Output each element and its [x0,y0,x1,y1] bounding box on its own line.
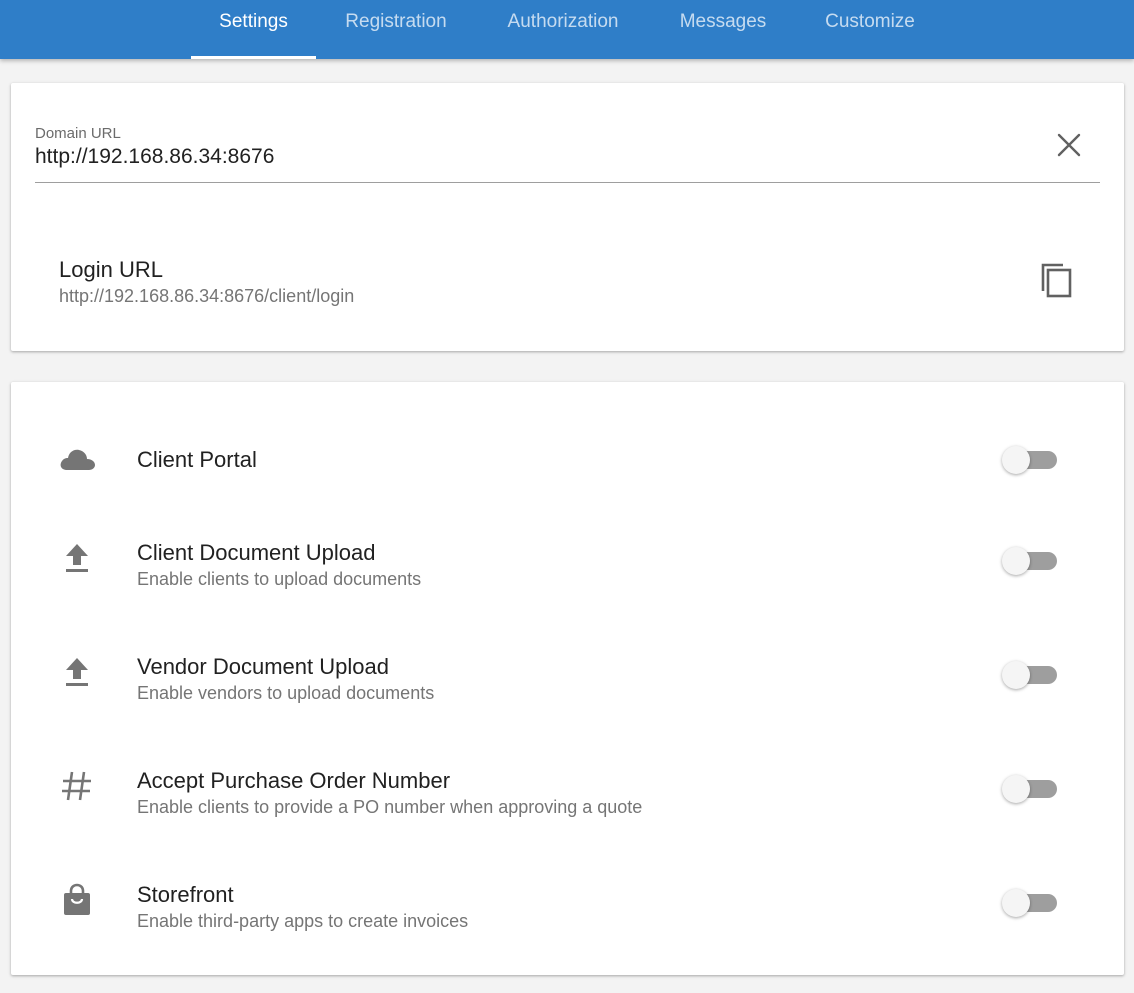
domain-url-label: Domain URL [35,125,121,142]
toggle-thumb [1002,661,1030,689]
tab-customize[interactable]: Customize [806,0,934,59]
client-document-upload-title: Client Document Upload [137,540,376,565]
tab-messages[interactable]: Messages [662,0,784,59]
accept-po-number-title: Accept Purchase Order Number [137,768,451,793]
toggle-thumb [1002,775,1030,803]
storefront-toggle[interactable] [1001,886,1059,920]
accept-po-number-subtitle: Enable clients to provide a PO number wh… [137,797,643,817]
upload-icon [57,538,97,578]
vendor-document-upload-subtitle: Enable vendors to upload documents [137,683,435,703]
storefront-title: Storefront [137,882,234,907]
client-document-upload-subtitle: Enable clients to upload documents [137,569,422,589]
clear-domain-button[interactable] [1051,127,1087,163]
settings-card: Client Portal Client Document Upload Ena… [11,382,1124,975]
shopping-bag-icon [57,880,97,920]
client-document-upload-toggle[interactable] [1001,544,1059,578]
copy-icon [1041,263,1072,298]
setting-row-accept-po-number: Accept Purchase Order Number Enable clie… [11,758,1124,848]
tab-registration[interactable]: Registration [326,0,466,59]
login-url-title: Login URL [59,257,163,282]
cloud-icon [57,440,97,480]
hash-icon [57,766,97,806]
setting-row-storefront: Storefront Enable third-party apps to cr… [11,872,1124,962]
setting-row-client-portal: Client Portal [11,415,1124,505]
setting-row-vendor-document-upload: Vendor Document Upload Enable vendors to… [11,644,1124,734]
toggle-thumb [1002,547,1030,575]
storefront-subtitle: Enable third-party apps to create invoic… [137,911,469,931]
domain-url-underline [35,182,1100,183]
login-url-value: http://192.168.86.34:8676/client/login [59,286,355,306]
vendor-document-upload-toggle[interactable] [1001,658,1059,692]
setting-row-client-document-upload: Client Document Upload Enable clients to… [11,530,1124,620]
close-icon [1057,133,1081,157]
upload-icon [57,652,97,692]
domain-url-input[interactable] [35,145,1035,169]
client-portal-toggle[interactable] [1001,443,1059,477]
toggle-thumb [1002,889,1030,917]
url-card: Domain URL Login URL http://192.168.86.3… [11,83,1124,351]
toggle-thumb [1002,446,1030,474]
tab-settings[interactable]: Settings [191,0,316,59]
accept-po-number-toggle[interactable] [1001,772,1059,806]
vendor-document-upload-title: Vendor Document Upload [137,654,389,679]
top-tab-bar: Settings Registration Authorization Mess… [0,0,1134,59]
client-portal-title: Client Portal [137,447,257,472]
copy-login-url-button[interactable] [1035,257,1079,301]
tab-authorization[interactable]: Authorization [488,0,638,59]
